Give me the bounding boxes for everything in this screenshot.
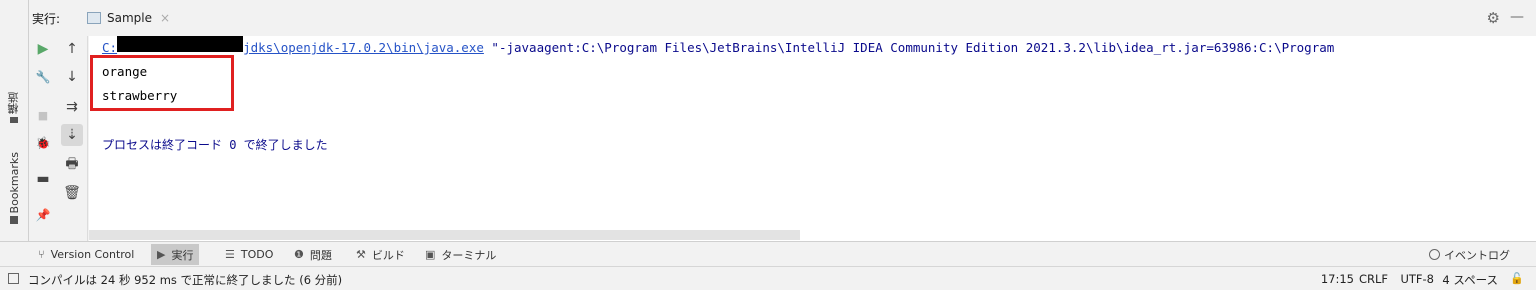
file-encoding[interactable]: UTF-8 [1400,272,1434,286]
stop-icon: ■ [37,108,49,122]
stop-button[interactable]: ■ [32,104,54,126]
console-output[interactable]: C: jdks\openjdk-17.0.2\bin\java.exe "-jav… [89,36,1536,241]
bookmarks-side-tab[interactable]: Bookmarks [2,152,26,225]
run-tab-label: Sample [107,11,152,25]
event-log-label: イベントログ [1444,248,1510,262]
redaction-bar [117,36,243,52]
wrench-icon: 🔧 [35,70,51,84]
tab-build[interactable]: ⚒ ビルド [350,244,411,265]
status-message[interactable]: コンパイルは 24 秒 952 ms で正常に終了しました (6 分前) [28,272,342,288]
tab-version-control[interactable]: ⑂ Version Control [32,244,140,265]
command-prefix: C: [102,40,118,55]
bookmark-icon [10,216,18,225]
command-args: "-javaagent:C:\Program Files\JetBrains\I… [483,40,1335,55]
scroll-to-end-button[interactable]: ⇣ [61,124,83,146]
debug-button[interactable]: 🐞 [32,132,54,154]
arrow-up-icon: ↑ [66,41,78,57]
tab-problems[interactable]: ❶ 問題 [288,244,338,265]
arrow-down-icon: ↓ [66,69,78,85]
debug-icon: 🐞 [35,136,51,150]
print-button[interactable]: 🖶 [61,154,83,176]
tool-window-title: 実行: [32,12,61,26]
rerun-button[interactable]: ▶ [32,38,54,60]
layout-icon: ▬ [36,171,50,187]
modify-config-button[interactable]: 🔧 [32,66,54,88]
scroll-to-end-icon: ⇣ [66,127,78,143]
tab-label: ターミナル [441,248,497,262]
tab-label: 実行 [171,248,194,262]
rerun-icon: ▶ [37,41,49,57]
pin-icon: 📌 [35,208,51,222]
lock-icon[interactable]: 🔓 [1510,272,1524,285]
tool-windows-toggle-icon[interactable] [8,273,19,284]
soft-wrap-icon: ⇉ [66,99,78,115]
branch-icon: ⑂ [38,248,45,261]
close-icon[interactable]: × [160,11,170,25]
tab-run[interactable]: ▶ 実行 [151,244,200,265]
minimize-icon[interactable]: — [1510,9,1524,25]
output-line: strawberry [102,88,178,103]
pin-tab-button[interactable]: 📌 [32,204,54,226]
run-tool-window-header: 実行: Sample × ⚙ — [29,0,1536,36]
run-tab-sample[interactable]: Sample × [81,4,176,32]
print-icon: 🖶 [65,156,79,172]
clear-all-button[interactable]: 🗑 [61,182,83,204]
tab-label: ビルド [371,248,405,262]
down-stack-button[interactable]: ↓ [61,66,83,88]
list-icon: ☰ [225,248,235,261]
line-separator[interactable]: CRLF [1359,272,1388,286]
structure-side-tab[interactable]: 構造 [2,92,26,123]
problems-icon: ❶ [294,248,304,261]
run-toolbar-secondary: ↑ ↓ ⇉ ⇣ 🖶 🗑 [57,36,88,241]
java-exe-link[interactable]: jdks\openjdk-17.0.2\bin\java.exe [243,40,484,55]
exit-message: プロセスは終了コード 0 で終了しました [102,138,328,152]
left-tool-strip: 構造 Bookmarks [0,0,29,241]
command-line: C: jdks\openjdk-17.0.2\bin\java.exe "-jav… [102,40,1334,55]
build-icon: ⚒ [356,248,366,261]
status-bar: コンパイルは 24 秒 952 ms で正常に終了しました (6 分前) 17:… [0,266,1536,290]
indent-setting[interactable]: 4 スペース [1442,272,1498,288]
tab-label: 問題 [309,248,332,262]
output-line: orange [102,64,148,79]
run-toolbar-primary: ▶ 🔧 ■ 🐞 ▬ 📌 [29,36,57,241]
structure-icon [10,117,18,123]
terminal-icon: ▣ [425,248,436,261]
run-config-icon [87,12,101,24]
caret-position[interactable]: 17:15 [1321,272,1354,286]
event-log-icon [1429,249,1440,260]
tab-terminal[interactable]: ▣ ターミナル [419,244,502,265]
structure-side-tab-label: 構造 [7,92,20,114]
up-stack-button[interactable]: ↑ [61,38,83,60]
tab-label: Version Control [50,248,135,261]
layout-button[interactable]: ▬ [32,168,54,190]
bookmarks-side-tab-label: Bookmarks [7,152,21,214]
soft-wrap-button[interactable]: ⇉ [61,96,83,118]
event-log-button[interactable]: イベントログ [1429,244,1510,265]
bottom-tool-tabs: ⑂ Version Control ▶ 実行 ☰ TODO ❶ 問題 ⚒ ビルド… [0,241,1536,266]
gear-icon[interactable]: ⚙ [1487,9,1500,27]
trash-icon: 🗑 [63,185,81,201]
horizontal-scrollbar[interactable] [89,230,800,240]
play-icon: ▶ [157,248,166,261]
tab-label: TODO [240,248,274,261]
tab-todo[interactable]: ☰ TODO [219,244,279,265]
